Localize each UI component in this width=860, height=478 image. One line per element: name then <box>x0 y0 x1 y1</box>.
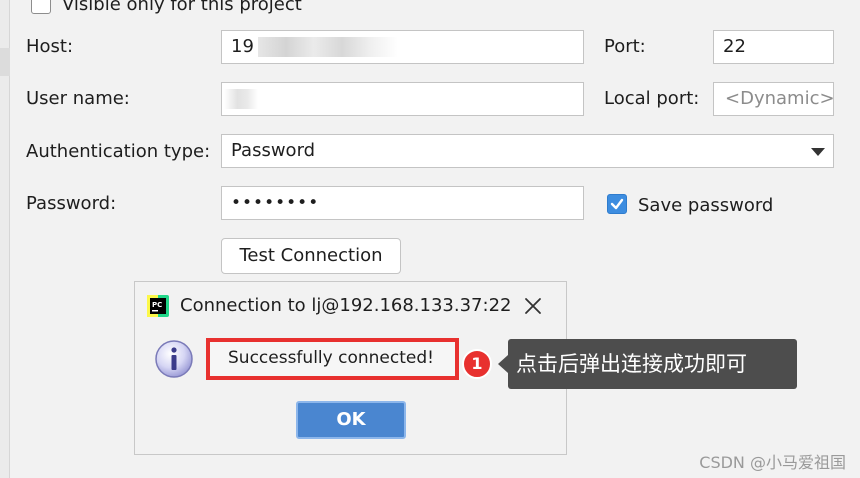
checkmark-icon <box>610 198 624 210</box>
visible-only-checkbox[interactable] <box>31 0 51 14</box>
left-panel-marker <box>0 48 10 76</box>
ok-button[interactable]: OK <box>296 401 406 439</box>
callout-pointer <box>498 355 508 373</box>
auth-type-value: Password <box>231 140 316 161</box>
username-label: User name: <box>26 88 130 109</box>
local-port-input[interactable]: <Dynamic> <box>713 82 834 116</box>
password-label: Password: <box>26 193 117 214</box>
pycharm-icon: PC <box>147 295 169 317</box>
svg-text:PC: PC <box>152 301 162 309</box>
annotation-callout: 点击后弹出连接成功即可 <box>508 339 797 389</box>
save-password-label: Save password <box>638 195 774 216</box>
host-label: Host: <box>26 36 74 57</box>
success-message-highlight: Successfully connected! <box>206 338 459 380</box>
chevron-down-icon <box>811 148 825 156</box>
dialog-title: Connection to lj@192.168.133.37:22 <box>180 295 512 316</box>
local-port-label: Local port: <box>604 88 700 109</box>
close-icon[interactable] <box>522 295 544 317</box>
port-input[interactable]: 22 <box>713 30 834 64</box>
password-input[interactable]: •••••••• <box>221 186 584 220</box>
auth-type-select[interactable]: Password <box>221 134 834 168</box>
watermark: CSDN @小马爱祖国 <box>699 453 846 472</box>
host-input[interactable]: 19 <box>221 30 584 64</box>
save-password-checkbox[interactable] <box>607 194 627 214</box>
left-panel-edge <box>0 0 10 478</box>
redacted-username <box>224 89 258 109</box>
success-message: Successfully connected! <box>228 348 434 368</box>
redacted-host <box>258 37 398 57</box>
test-connection-button[interactable]: Test Connection <box>221 238 401 274</box>
info-icon <box>155 340 193 378</box>
step-number-badge: 1 <box>462 349 492 379</box>
visible-only-label: Visible only for this project <box>62 0 302 15</box>
host-value: 19 <box>231 36 254 57</box>
username-input[interactable] <box>221 82 584 116</box>
auth-type-label: Authentication type: <box>26 141 211 162</box>
port-label: Port: <box>604 36 646 57</box>
